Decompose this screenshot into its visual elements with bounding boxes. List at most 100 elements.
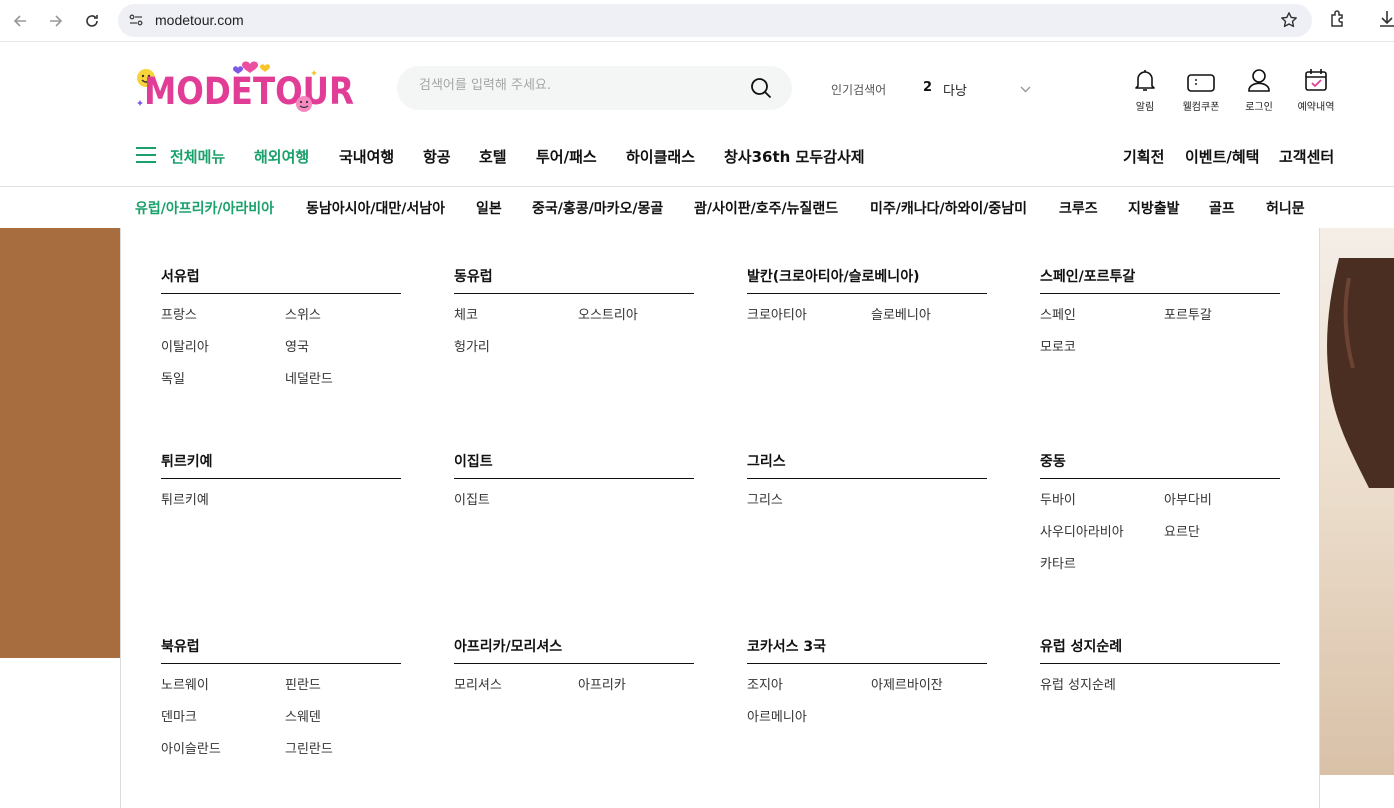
extensions-icon[interactable]: [1328, 9, 1348, 33]
menu-group: 이집트 이집트: [454, 451, 694, 510]
menu-group-title[interactable]: 중동: [1040, 451, 1280, 479]
coupon-label: 웰컴쿠폰: [1182, 102, 1220, 113]
gnb-flights[interactable]: 항공: [423, 146, 451, 167]
menu-link[interactable]: 아프리카: [578, 676, 694, 695]
menu-group-title[interactable]: 북유럽: [161, 636, 401, 664]
arrow-right-icon: [50, 15, 63, 27]
menu-link[interactable]: 영국: [285, 338, 401, 357]
menu-link[interactable]: 카타르: [1040, 555, 1164, 574]
reload-button[interactable]: [79, 8, 105, 34]
menu-link[interactable]: 이집트: [454, 491, 578, 510]
menu-link[interactable]: 아제르바이잔: [871, 676, 987, 695]
menu-link[interactable]: 그린란드: [285, 740, 401, 759]
menu-group-title[interactable]: 유럽 성지순례: [1040, 636, 1280, 664]
menu-link[interactable]: 프랑스: [161, 306, 285, 325]
menu-link[interactable]: 아부다비: [1164, 491, 1280, 510]
menu-link[interactable]: 핀란드: [285, 676, 401, 695]
menu-link[interactable]: 포르투갈: [1164, 306, 1280, 325]
menu-link[interactable]: 스위스: [285, 306, 401, 325]
menu-link[interactable]: 그리스: [747, 491, 871, 510]
menu-link[interactable]: 이탈리아: [161, 338, 285, 357]
search-icon[interactable]: [750, 77, 772, 99]
menu-group-title[interactable]: 그리스: [747, 451, 987, 479]
menu-link[interactable]: 오스트리아: [578, 306, 694, 325]
popular-keyword[interactable]: 다낭: [943, 80, 967, 99]
banner-background-left: [0, 228, 122, 658]
menu-link[interactable]: 조지아: [747, 676, 871, 695]
site-info-icon[interactable]: [128, 12, 144, 32]
menu-group: 동유럽 체코 오스트리아 헝가리: [454, 266, 694, 357]
gnb-exhibitions[interactable]: 기획전: [1123, 146, 1164, 167]
gnb-customer-center[interactable]: 고객센터: [1279, 146, 1334, 167]
menu-link[interactable]: 덴마크: [161, 708, 285, 727]
menu-group-title[interactable]: 스페인/포르투갈: [1040, 266, 1280, 294]
download-icon[interactable]: [1380, 9, 1394, 33]
back-button[interactable]: [7, 8, 33, 34]
subnav-china[interactable]: 중국/홍콩/마카오/몽골: [532, 198, 663, 218]
gnb-anniversary-event[interactable]: 창사36th 모두감사제: [724, 146, 865, 167]
gnb-events-benefits[interactable]: 이벤트/혜택: [1185, 146, 1259, 167]
url-text: modetour.com: [155, 12, 244, 28]
menu-group: 튀르키예 튀르키예: [161, 451, 401, 510]
menu-link[interactable]: 네덜란드: [285, 370, 401, 389]
menu-link[interactable]: 유럽 성지순례: [1040, 676, 1164, 695]
menu-link[interactable]: 슬로베니아: [871, 306, 987, 325]
menu-link[interactable]: 사우디아라비아: [1040, 523, 1164, 542]
menu-group-title[interactable]: 서유럽: [161, 266, 401, 294]
notification-button[interactable]: 알림: [1117, 66, 1173, 113]
subnav-honeymoon[interactable]: 허니문: [1266, 198, 1305, 218]
popular-keyword-rank: 2: [923, 80, 933, 95]
subnav-golf[interactable]: 골프: [1209, 198, 1235, 218]
popular-keyword-label: 인기검색어: [831, 83, 887, 97]
menu-link[interactable]: 크로아티아: [747, 306, 871, 325]
menu-group: 코카서스 3국 조지아 아제르바이잔 아르메니아: [747, 636, 987, 727]
menu-link[interactable]: 아르메니아: [747, 708, 871, 727]
menu-link[interactable]: 모로코: [1040, 338, 1164, 357]
subnav-japan[interactable]: 일본: [476, 198, 502, 218]
menu-group-title[interactable]: 튀르키예: [161, 451, 401, 479]
menu-group-title[interactable]: 아프리카/모리셔스: [454, 636, 694, 664]
gnb-domestic[interactable]: 국내여행: [339, 146, 394, 167]
gnb-overseas[interactable]: 해외여행: [254, 146, 309, 167]
login-button[interactable]: 로그인: [1231, 66, 1287, 113]
gnb-hotels[interactable]: 호텔: [479, 146, 507, 167]
subnav-cruise[interactable]: 크루즈: [1059, 198, 1098, 218]
chevron-down-icon[interactable]: [1019, 81, 1032, 100]
subnav-southeast-asia[interactable]: 동남아시아/대만/서남아: [306, 198, 445, 218]
reservations-button[interactable]: 예약내역: [1288, 66, 1344, 113]
welcome-coupon-button[interactable]: 웰컴쿠폰: [1173, 66, 1229, 113]
subnav-europe-africa-arabia[interactable]: 유럽/아프리카/아라비아: [135, 198, 274, 218]
subnav-guam-oceania[interactable]: 괌/사이판/호주/뉴질랜드: [694, 198, 838, 218]
menu-link[interactable]: 스페인: [1040, 306, 1164, 325]
banner-image-right: [1319, 228, 1394, 775]
search-input[interactable]: [419, 78, 719, 93]
forward-button[interactable]: [43, 8, 69, 34]
mega-menu-panel: 서유럽 프랑스 스위스 이탈리아 영국 독일 네덜란드 동유럽 체코 오스트리아…: [120, 228, 1320, 808]
hamburger-menu-icon[interactable]: [136, 147, 156, 163]
gnb-tour-pass[interactable]: 투어/패스: [536, 146, 597, 167]
menu-link[interactable]: 두바이: [1040, 491, 1164, 510]
menu-link[interactable]: 모리셔스: [454, 676, 578, 695]
user-icon: [1248, 69, 1270, 92]
menu-group-title[interactable]: 발칸(크로아티아/슬로베니아): [747, 266, 987, 294]
subnav-regional-departure[interactable]: 지방출발: [1128, 198, 1180, 218]
menu-group: 아프리카/모리셔스 모리셔스 아프리카: [454, 636, 694, 695]
menu-link[interactable]: 스웨덴: [285, 708, 401, 727]
modetour-logo[interactable]: MODETOUR: [134, 56, 358, 116]
menu-link[interactable]: 아이슬란드: [161, 740, 285, 759]
menu-link[interactable]: 노르웨이: [161, 676, 285, 695]
menu-link[interactable]: 독일: [161, 370, 285, 389]
address-bar[interactable]: modetour.com: [118, 4, 1312, 37]
subnav-americas[interactable]: 미주/캐나다/하와이/중남미: [870, 198, 1027, 218]
menu-group-title[interactable]: 이집트: [454, 451, 694, 479]
menu-group-title[interactable]: 동유럽: [454, 266, 694, 294]
menu-link[interactable]: 헝가리: [454, 338, 578, 357]
menu-link[interactable]: 요르단: [1164, 523, 1280, 542]
gnb-all-menu[interactable]: 전체메뉴: [170, 146, 225, 167]
bookmark-star-icon[interactable]: [1280, 11, 1298, 33]
notification-label: 알림: [1135, 102, 1155, 113]
menu-link[interactable]: 튀르키예: [161, 491, 285, 510]
menu-link[interactable]: 체코: [454, 306, 578, 325]
menu-group-title[interactable]: 코카서스 3국: [747, 636, 987, 664]
gnb-high-class[interactable]: 하이클래스: [626, 146, 695, 167]
